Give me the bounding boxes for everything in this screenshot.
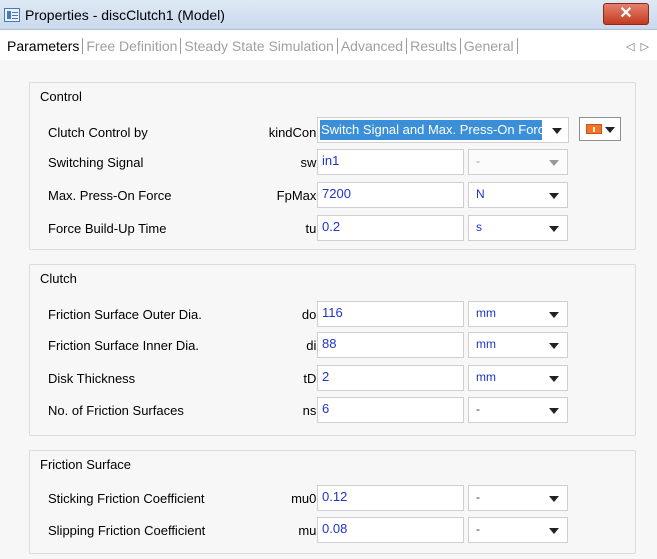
outer-dia-row: Friction Surface Outer Dia. do: 116 mm: [30, 301, 635, 327]
sticking-friction-label: Sticking Friction Coefficient: [48, 491, 205, 506]
max-press-force-input[interactable]: 7200: [317, 182, 464, 208]
build-up-time-unit: s: [476, 220, 482, 234]
sticking-friction-var: mu0:: [291, 491, 320, 506]
num-surfaces-row: No. of Friction Surfaces ns: 6 -: [30, 397, 635, 423]
tab-general[interactable]: General: [461, 38, 517, 54]
clutch-group: Clutch Friction Surface Outer Dia. do: 1…: [29, 264, 636, 436]
chevron-down-icon: [549, 376, 559, 382]
tab-divider: [516, 38, 518, 54]
tab-scroll-left-icon[interactable]: ◁: [626, 41, 640, 53]
switching-signal-input[interactable]: in1: [317, 149, 464, 175]
close-button[interactable]: ✕: [603, 3, 649, 25]
clutch-control-value: Switch Signal and Max. Press-On Force: [320, 120, 542, 140]
slipping-friction-row: Slipping Friction Coefficient mu: 0.08 -: [30, 517, 635, 543]
tab-scroll-right-icon[interactable]: ▷: [640, 41, 654, 53]
chevron-down-icon: [549, 528, 559, 534]
max-press-force-label: Max. Press-On Force: [48, 188, 172, 203]
input-mode-button[interactable]: [579, 117, 621, 141]
num-surfaces-unit: -: [476, 402, 480, 416]
window-title: Properties - discClutch1 (Model): [25, 7, 225, 23]
properties-icon: [4, 8, 20, 22]
outer-dia-input[interactable]: 116: [317, 301, 464, 327]
chevron-down-icon: [605, 127, 615, 133]
constant-mode-icon: [586, 124, 602, 134]
chevron-down-icon: [549, 496, 559, 502]
disk-thickness-unit-select[interactable]: mm: [468, 365, 568, 391]
max-press-force-unit-select[interactable]: N: [468, 182, 568, 208]
clutch-group-title: Clutch: [40, 271, 77, 286]
properties-window: Properties - discClutch1 (Model) ✕ Param…: [0, 0, 657, 559]
build-up-time-input[interactable]: 0.2: [317, 215, 464, 241]
clutch-control-row: Clutch Control by kindCon: Switch Signal…: [30, 117, 635, 145]
clutch-control-var: kindCon:: [268, 125, 320, 140]
chevron-down-icon: [549, 312, 559, 318]
control-group-title: Control: [40, 89, 82, 104]
disk-thickness-row: Disk Thickness tD: 2 mm: [30, 365, 635, 391]
chevron-down-icon: [549, 343, 559, 349]
switching-signal-label: Switching Signal: [48, 155, 144, 170]
chevron-down-icon: [552, 128, 562, 134]
outer-dia-label: Friction Surface Outer Dia.: [48, 307, 202, 322]
switching-signal-unit: -: [476, 154, 480, 168]
num-surfaces-unit-select[interactable]: -: [468, 397, 568, 423]
slipping-friction-input[interactable]: 0.08: [317, 517, 464, 543]
tab-advanced[interactable]: Advanced: [338, 38, 406, 54]
max-press-force-row: Max. Press-On Force FpMax: 7200 N: [30, 182, 635, 208]
tab-parameters[interactable]: Parameters: [4, 38, 82, 54]
disk-thickness-label: Disk Thickness: [48, 371, 136, 386]
max-press-force-unit: N: [476, 187, 485, 201]
build-up-time-row: Force Build-Up Time tu: 0.2 s: [30, 215, 635, 241]
switching-signal-row: Switching Signal sw: in1 -: [30, 149, 635, 175]
disk-thickness-unit: mm: [476, 370, 496, 384]
slipping-friction-unit: -: [476, 522, 480, 536]
num-surfaces-label: No. of Friction Surfaces: [48, 403, 184, 418]
switching-signal-unit-select[interactable]: -: [468, 149, 568, 175]
title-bar: Properties - discClutch1 (Model) ✕: [0, 0, 657, 30]
inner-dia-row: Friction Surface Inner Dia. di: 88 mm: [30, 332, 635, 358]
tab-results[interactable]: Results: [407, 38, 460, 54]
num-surfaces-input[interactable]: 6: [317, 397, 464, 423]
chevron-down-icon: [549, 226, 559, 232]
slipping-friction-label: Slipping Friction Coefficient: [48, 523, 206, 538]
sticking-friction-unit-select[interactable]: -: [468, 485, 568, 511]
sticking-friction-input[interactable]: 0.12: [317, 485, 464, 511]
sticking-friction-row: Sticking Friction Coefficient mu0: 0.12 …: [30, 485, 635, 511]
outer-dia-unit-select[interactable]: mm: [468, 301, 568, 327]
chevron-down-icon: [549, 408, 559, 414]
tab-free-definition[interactable]: Free Definition: [83, 38, 180, 54]
tab-bar: Parameters Free Definition Steady State Si…: [0, 30, 657, 60]
sticking-friction-unit: -: [476, 490, 480, 504]
build-up-time-label: Force Build-Up Time: [48, 221, 167, 236]
inner-dia-label: Friction Surface Inner Dia.: [48, 338, 200, 353]
tab-steady-state-simulation[interactable]: Steady State Simulation: [181, 38, 336, 54]
friction-surface-group-title: Friction Surface: [40, 457, 132, 472]
friction-surface-group: Friction Surface Sticking Friction Coeff…: [29, 450, 636, 554]
inner-dia-unit-select[interactable]: mm: [468, 332, 568, 358]
slipping-friction-unit-select[interactable]: -: [468, 517, 568, 543]
build-up-time-unit-select[interactable]: s: [468, 215, 568, 241]
disk-thickness-input[interactable]: 2: [317, 365, 464, 391]
control-group: Control Clutch Control by kindCon: Switc…: [29, 82, 636, 250]
chevron-down-icon: [549, 160, 559, 166]
inner-dia-unit: mm: [476, 337, 496, 351]
tab-scroll-arrows: ◁▷: [626, 40, 655, 53]
clutch-control-select[interactable]: Switch Signal and Max. Press-On Force: [317, 117, 569, 143]
inner-dia-input[interactable]: 88: [317, 332, 464, 358]
chevron-down-icon: [549, 193, 559, 199]
clutch-control-label: Clutch Control by: [48, 125, 148, 140]
max-press-force-var: FpMax:: [276, 188, 320, 203]
outer-dia-unit: mm: [476, 306, 496, 320]
